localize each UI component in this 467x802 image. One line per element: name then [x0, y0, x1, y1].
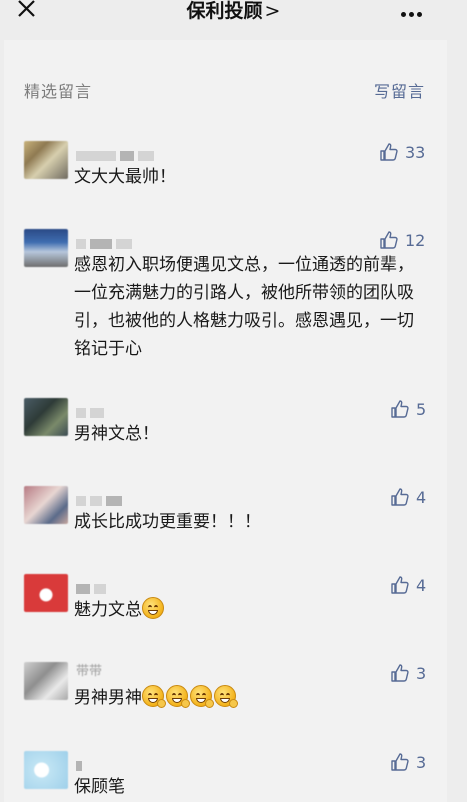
avatar[interactable]: [24, 486, 68, 524]
like-button[interactable]: 3: [390, 662, 426, 684]
chevron-right-icon: >: [264, 0, 281, 22]
hugging-emoji-icon: [214, 685, 238, 708]
section-title: 精选留言: [24, 82, 93, 101]
comment-text: 保顾笔: [74, 777, 125, 797]
comment-item: 带带 男神男神 3: [4, 662, 447, 718]
comment-text-content: 男神男神: [74, 688, 142, 708]
nickname: [76, 755, 166, 771]
like-button[interactable]: 5: [390, 398, 426, 420]
comment-text: 男神文总！: [74, 424, 159, 444]
comment-item: 男神文总！ 5: [4, 398, 447, 448]
like-count: 4: [416, 575, 427, 595]
comment-text: 魅力文总: [74, 596, 424, 624]
comment-item: 保顾笔 3: [4, 751, 447, 802]
thumbs-up-icon: [391, 753, 409, 771]
nickname: [76, 578, 166, 594]
nickname: [76, 233, 166, 249]
like-button[interactable]: 3: [390, 751, 426, 773]
comment-item: 感恩初入职场便遇见文总，一位通透的前辈，一位充满魅力的引路人，被他所带领的团队吸…: [4, 229, 447, 359]
like-count: 4: [416, 487, 427, 507]
comment-text-content: 魅力文总: [74, 600, 142, 620]
comment-item: 成长比成功更重要！！！ 4: [4, 486, 447, 536]
like-button[interactable]: 4: [390, 486, 426, 508]
like-count: 33: [405, 142, 426, 162]
nickname: [76, 402, 166, 418]
like-count: 3: [416, 663, 427, 683]
avatar[interactable]: [24, 751, 68, 789]
avatar[interactable]: [24, 574, 68, 612]
like-button[interactable]: 4: [390, 574, 426, 596]
hugging-emoji-icon: [190, 685, 214, 708]
avatar[interactable]: [24, 398, 68, 436]
avatar[interactable]: [24, 662, 68, 700]
nickname: 带带: [76, 664, 103, 679]
comment-item: 文大大最帅！ 33: [4, 141, 447, 191]
thumbs-up-icon: [391, 664, 409, 682]
like-button[interactable]: 33: [379, 141, 425, 163]
avatar[interactable]: [24, 229, 68, 267]
hugging-emoji-icon: [142, 685, 166, 708]
comment-text: 文大大最帅！: [74, 167, 176, 187]
like-count: 12: [405, 230, 426, 250]
comment-item: 魅力文总 4: [4, 574, 447, 630]
like-count: 3: [416, 752, 427, 772]
comments-panel: 精选留言 写留言 文大大最帅！ 33 感恩初入职场便遇见文总，一位通透的前辈，一…: [4, 40, 447, 802]
comment-text: 男神男神: [74, 684, 424, 712]
nickname: [76, 145, 166, 161]
avatar[interactable]: [24, 141, 68, 179]
thumbs-up-icon: [380, 143, 398, 161]
like-button[interactable]: 12: [379, 229, 425, 251]
like-count: 5: [416, 399, 427, 419]
nickname: [76, 490, 166, 506]
write-comment-button[interactable]: 写留言: [374, 78, 425, 102]
more-icon[interactable]: [401, 2, 427, 17]
comment-text: 成长比成功更重要！！！: [74, 512, 261, 532]
top-nav-bar: 保利投顾 >: [0, 0, 467, 40]
thumbs-up-icon: [391, 576, 409, 594]
account-title-link[interactable]: 保利投顾 >: [0, 0, 467, 23]
hugging-emoji-icon: [166, 685, 190, 708]
thumbs-up-icon: [391, 400, 409, 418]
account-title: 保利投顾: [186, 0, 263, 22]
thumbs-up-icon: [380, 231, 398, 249]
comment-text: 感恩初入职场便遇见文总，一位通透的前辈，一位充满魅力的引路人，被他所带领的团队吸…: [74, 255, 414, 359]
grinning-emoji-icon: [142, 597, 164, 619]
thumbs-up-icon: [391, 488, 409, 506]
